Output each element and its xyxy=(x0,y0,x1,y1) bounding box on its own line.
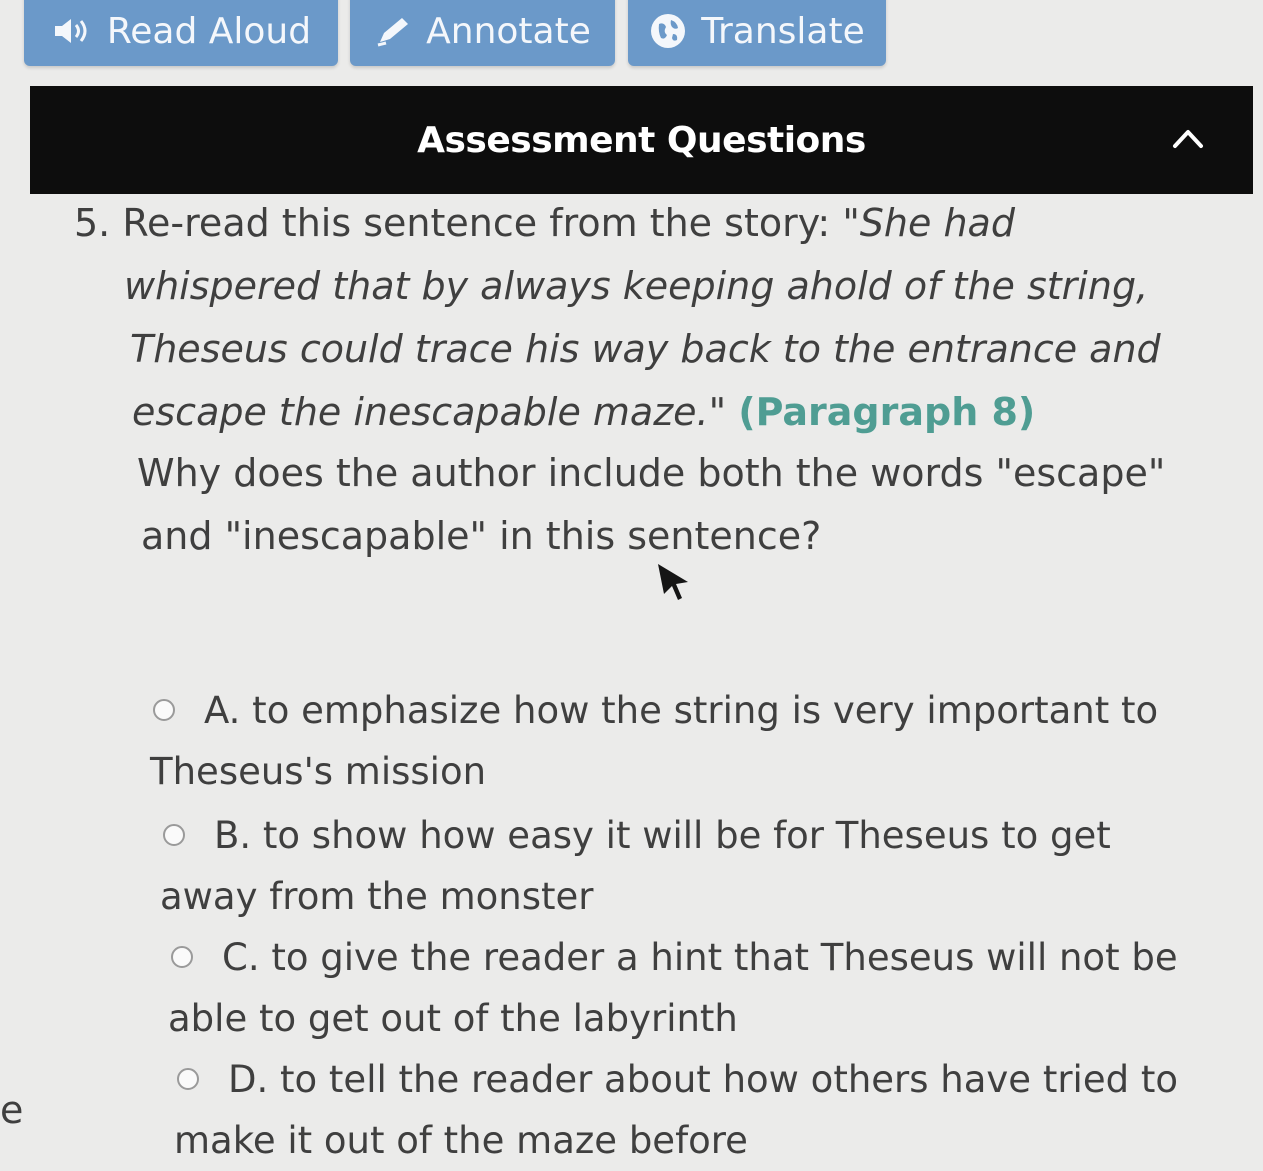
paragraph-reference: (Paragraph 8) xyxy=(738,390,1036,434)
answer-options: A. to emphasize how the string is very i… xyxy=(150,680,1210,1171)
option-c-text: C. to give the reader a hint that Theseu… xyxy=(222,936,1178,979)
pencil-icon xyxy=(374,14,412,48)
question-line-1: 5. Re-read this sentence from the story:… xyxy=(74,192,1184,255)
option-a[interactable]: A. to emphasize how the string is very i… xyxy=(150,680,1210,802)
annotate-button[interactable]: Annotate xyxy=(350,0,615,66)
translate-button[interactable]: Translate xyxy=(628,0,886,66)
prompt-line-2: and "inescapable" in this sentence? xyxy=(141,514,822,558)
quote-line-4: escape the inescapable maze." xyxy=(132,390,727,434)
quote-line-1: "She had xyxy=(842,201,1015,245)
chevron-up-icon[interactable] xyxy=(1171,122,1205,156)
translate-label: Translate xyxy=(701,10,865,52)
speaker-icon xyxy=(51,16,93,46)
mouse-cursor-icon xyxy=(652,560,692,608)
option-a-radio[interactable] xyxy=(153,699,175,721)
annotate-label: Annotate xyxy=(426,10,591,52)
assessment-questions-header[interactable]: Assessment Questions xyxy=(30,86,1253,194)
option-b-text-cont: away from the monster xyxy=(160,875,594,918)
read-aloud-label: Read Aloud xyxy=(106,10,312,52)
option-c[interactable]: C. to give the reader a hint that Theseu… xyxy=(168,927,1210,1049)
question-prompt: Why does the author include both the wor… xyxy=(137,442,1217,568)
option-b-text: B. to show how easy it will be for These… xyxy=(214,814,1111,857)
question-text: 5. Re-read this sentence from the story:… xyxy=(74,192,1184,444)
option-b[interactable]: B. to show how easy it will be for These… xyxy=(160,805,1210,927)
read-aloud-button[interactable]: Read Aloud xyxy=(24,0,338,66)
option-d-radio[interactable] xyxy=(177,1068,199,1090)
section-title: Assessment Questions xyxy=(417,119,866,161)
option-d[interactable]: D. to tell the reader about how others h… xyxy=(174,1049,1210,1171)
option-d-text: D. to tell the reader about how others h… xyxy=(228,1058,1178,1101)
edge-text-fragment: e xyxy=(0,1088,24,1132)
option-b-radio[interactable] xyxy=(163,824,185,846)
quote-line-2: whispered that by always keeping ahold o… xyxy=(124,264,1149,308)
option-a-text-cont: Theseus's mission xyxy=(150,750,487,793)
option-d-text-cont: make it out of the maze before xyxy=(174,1119,748,1162)
quote-line-4-wrap: escape the inescapable maze." (Paragraph… xyxy=(74,381,1184,444)
globe-icon xyxy=(649,12,687,50)
quote-line-3: Theseus could trace his way back to the … xyxy=(130,327,1161,371)
option-c-radio[interactable] xyxy=(171,946,193,968)
question-intro: Re-read this sentence from the story: xyxy=(122,201,843,245)
option-c-text-cont: able to get out of the labyrinth xyxy=(168,997,738,1040)
option-a-text: A. to emphasize how the string is very i… xyxy=(204,689,1159,732)
prompt-line-1: Why does the author include both the wor… xyxy=(137,451,1166,495)
question-number: 5. xyxy=(74,201,111,245)
toolbar: Read Aloud Annotate Translate xyxy=(0,0,1263,80)
